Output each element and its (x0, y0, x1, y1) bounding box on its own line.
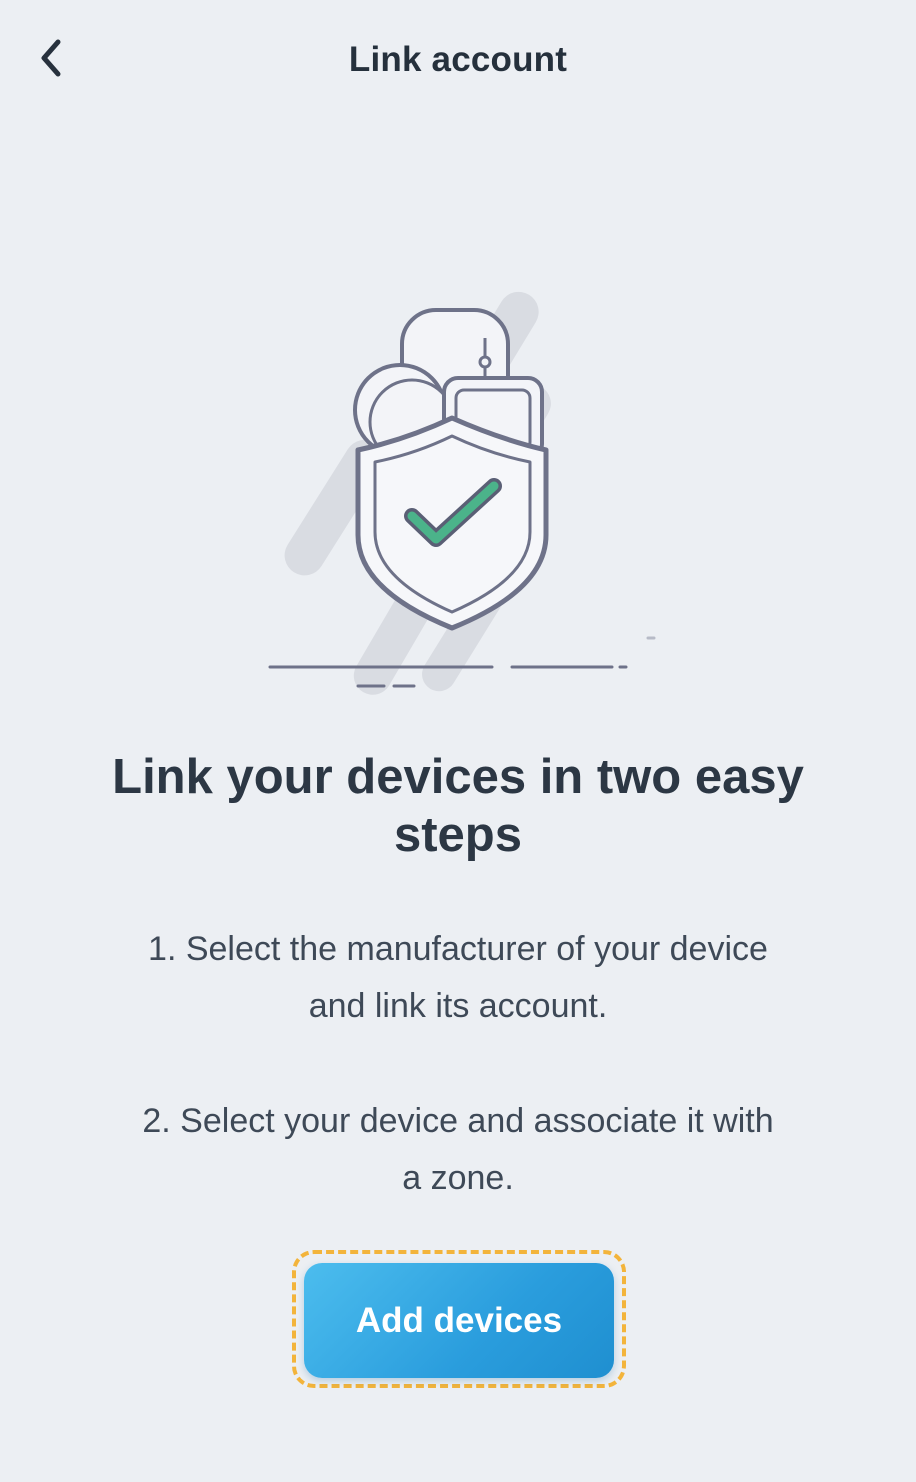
add-devices-button-label: Add devices (355, 1300, 563, 1340)
step-1-text: 1. Select the manufacturer of your devic… (148, 930, 768, 1025)
shield-check-illustration (240, 290, 680, 710)
page-title: Link account (348, 40, 568, 79)
headline: Link your devices in two easy steps (112, 750, 804, 862)
add-devices-button[interactable]: Add devices (304, 1263, 614, 1378)
step-2-text: 2. Select your device and associate it w… (142, 1102, 774, 1197)
shield-check-icon (268, 291, 656, 695)
header-bar: Link account (0, 0, 916, 124)
